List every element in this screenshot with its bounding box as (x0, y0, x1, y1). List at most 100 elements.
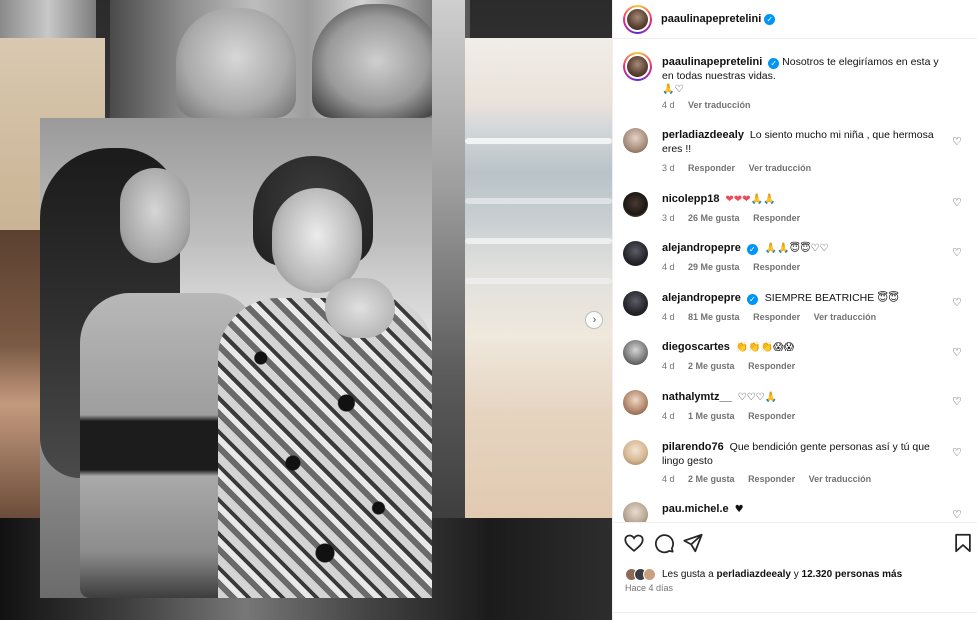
reply-button[interactable]: Responder (688, 163, 735, 173)
send-icon[interactable] (682, 532, 704, 554)
comment-heart-icon[interactable]: ♡ (952, 397, 962, 408)
comment-body: diegoscartes 👏👏👏😱😱 (662, 340, 952, 355)
comment-meta: 4 d 1 Me gusta Responder (662, 411, 806, 421)
translate-link[interactable]: Ver traducción (749, 163, 812, 173)
author-username[interactable]: paaulinapepretelini (661, 13, 761, 25)
photo-older-woman-face (272, 188, 362, 293)
comment-text: 🙏🙏😇😇♡♡ (764, 243, 829, 254)
comment-age: 4 d (662, 361, 675, 371)
comment-username[interactable]: alejandropepre (662, 242, 741, 254)
comment-age: 4 d (662, 474, 675, 484)
comment-age: 4 d (662, 312, 675, 322)
comment-username[interactable]: perladiazdeealy (662, 129, 744, 141)
comment-username[interactable]: nicolepp18 (662, 193, 719, 205)
collage-face-woman (312, 4, 442, 118)
likes-count[interactable]: 12.320 personas más (802, 569, 903, 580)
commenter-avatar[interactable] (623, 340, 648, 365)
reply-button[interactable]: Responder (748, 474, 795, 484)
verified-badge-icon: ✓ (768, 58, 780, 69)
caption-emojis: 🙏♡ (662, 84, 684, 95)
caption-username[interactable]: paaulinapepretelini (662, 56, 762, 68)
comment-meta: 3 d Responder Ver traducción (662, 163, 822, 173)
comment-heart-icon[interactable]: ♡ (952, 248, 962, 259)
comment-text: 👏👏👏😱😱 (735, 342, 794, 353)
likes-summary[interactable]: Les gusta a perladiazdeealy y 12.320 per… (625, 566, 902, 582)
comment-body: pilarendo76 Que bendición gente personas… (662, 440, 952, 468)
comment-body: perladiazdeealy Lo siento mucho mi niña … (662, 128, 952, 156)
comment-heart-icon[interactable]: ♡ (952, 448, 962, 459)
commenter-avatar[interactable] (623, 128, 648, 153)
commenter-avatar[interactable] (623, 440, 648, 465)
comment-likes[interactable]: 2 Me gusta (688, 361, 735, 371)
comment-heart-icon[interactable]: ♡ (952, 510, 962, 521)
post-sidebar: paaulinapepretelini ✓ paaulinapepretelin… (612, 0, 977, 620)
caption-age: 4 d (662, 100, 675, 110)
heart-icon[interactable] (623, 532, 645, 554)
bookmark-icon[interactable] (952, 532, 974, 554)
comment-username[interactable]: diegoscartes (662, 341, 730, 353)
main-photo-two-women-embracing (40, 118, 432, 598)
comment-meta: 4 d 81 Me gusta Responder Ver traducción (662, 312, 887, 322)
beach-wave (465, 238, 612, 244)
collage-photo-child (0, 230, 45, 520)
reply-button[interactable]: Responder (748, 361, 795, 371)
comment-meta: 4 d 29 Me gusta Responder (662, 262, 811, 272)
comment-likes[interactable]: 29 Me gusta (688, 262, 740, 272)
comment-username[interactable]: alejandropepre (662, 292, 741, 304)
comment-username[interactable]: pau.michel.e (662, 503, 729, 515)
collage-photo-top-left (0, 0, 96, 38)
caption-body: paaulinapepretelini ✓ Nosotros te elegirí… (662, 55, 952, 97)
comment-age: 4 d (662, 262, 675, 272)
comments-list[interactable]: paaulinapepretelini ✓ Nosotros te elegirí… (613, 40, 977, 522)
next-slide-button[interactable]: › (585, 311, 603, 329)
comment-likes[interactable]: 26 Me gusta (688, 213, 740, 223)
post-time: Hace 4 días (625, 583, 674, 593)
comment-likes[interactable]: 2 Me gusta (688, 474, 735, 484)
commenter-avatar[interactable] (623, 241, 648, 266)
commenter-avatar[interactable] (623, 502, 648, 522)
beach-wave (465, 278, 612, 284)
comment-body: nathalymtz__ ♡♡♡🙏 (662, 390, 952, 405)
comment-heart-icon[interactable]: ♡ (952, 137, 962, 148)
photo-young-woman-face (120, 168, 190, 263)
likes-user[interactable]: perladiazdeealy (717, 569, 791, 580)
comment-text: ❤❤❤🙏🙏 (725, 194, 776, 205)
reply-button[interactable]: Responder (753, 262, 800, 272)
author-avatar[interactable] (623, 4, 652, 34)
commenter-avatar[interactable] (623, 291, 648, 316)
chevron-right-icon: › (592, 313, 597, 326)
comment-meta: 3 d 26 Me gusta Responder (662, 213, 811, 223)
verified-badge-icon: ✓ (764, 13, 776, 25)
reply-button[interactable]: Responder (753, 312, 800, 322)
comment-icon[interactable] (653, 532, 675, 554)
beach-wave (465, 138, 612, 144)
commenter-avatar[interactable] (623, 192, 648, 217)
commenter-avatar[interactable] (623, 390, 648, 415)
likes-text[interactable]: Les gusta a perladiazdeealy y 12.320 per… (662, 569, 902, 580)
post-header: paaulinapepretelini ✓ (613, 0, 977, 39)
comment-likes[interactable]: 81 Me gusta (688, 312, 740, 322)
comment-body: nicolepp18 ❤❤❤🙏🙏 (662, 192, 952, 207)
comment-age: 4 d (662, 411, 675, 421)
translate-link[interactable]: Ver traducción (814, 312, 877, 322)
post-actions: Les gusta a perladiazdeealy y 12.320 per… (613, 522, 977, 620)
comment-likes[interactable]: 1 Me gusta (688, 411, 735, 421)
comment-text: ♥ (734, 504, 744, 515)
comment-body: pau.michel.e ♥ (662, 502, 952, 517)
photo-clasped-hands (325, 278, 395, 338)
beach-wave (465, 198, 612, 204)
comment-heart-icon[interactable]: ♡ (952, 298, 962, 309)
comment-heart-icon[interactable]: ♡ (952, 198, 962, 209)
reply-button[interactable]: Responder (753, 213, 800, 223)
add-comment-bar[interactable] (613, 612, 977, 620)
caption-avatar[interactable] (623, 52, 652, 81)
likes-prefix: Les gusta a (662, 568, 714, 580)
comment-username[interactable]: nathalymtz__ (662, 391, 732, 403)
comment-username[interactable]: pilarendo76 (662, 441, 724, 453)
caption-translate-link[interactable]: Ver traducción (688, 100, 751, 110)
comment-heart-icon[interactable]: ♡ (952, 348, 962, 359)
translate-link[interactable]: Ver traducción (809, 474, 872, 484)
reply-button[interactable]: Responder (748, 411, 795, 421)
comment-text: ♡♡♡🙏 (737, 392, 777, 403)
post-media[interactable]: › (0, 0, 612, 620)
